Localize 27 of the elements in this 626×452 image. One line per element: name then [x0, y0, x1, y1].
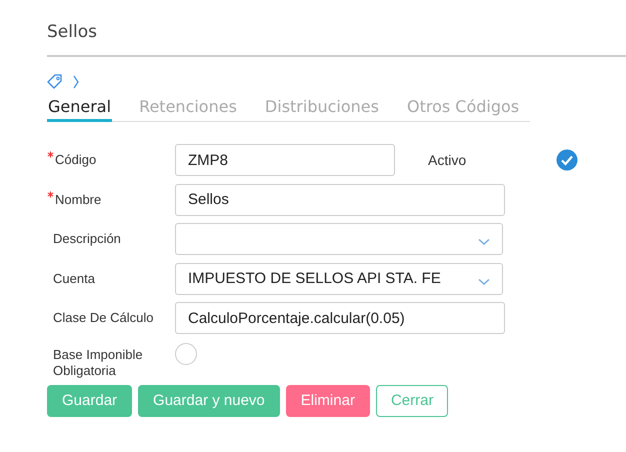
- field-label: Clase De Cálculo: [53, 310, 154, 326]
- tab[interactable]: Distribuciones: [264, 97, 380, 122]
- chevron-down-icon[interactable]: [478, 278, 490, 286]
- save-button[interactable]: Guardar: [47, 384, 132, 416]
- tab[interactable]: Otros Códigos: [406, 97, 520, 122]
- field-label: Código: [55, 152, 96, 168]
- field-label: Descripción: [53, 231, 121, 247]
- page-title: Sellos: [47, 0, 626, 57]
- field-label: Cuenta: [53, 270, 95, 286]
- input-field[interactable]: ZMP8: [175, 144, 395, 176]
- chevron-right-icon[interactable]: [73, 75, 79, 89]
- checked-circle[interactable]: [556, 149, 578, 171]
- input-field[interactable]: Sellos: [175, 184, 505, 216]
- field-label: Base Imponible Obligatoria: [53, 346, 144, 378]
- tag-icon[interactable]: [47, 74, 63, 90]
- delete-button[interactable]: Eliminar: [286, 384, 370, 416]
- input-field[interactable]: CalculoPorcentaje.calcular(0.05): [175, 302, 505, 334]
- select-field[interactable]: [175, 223, 503, 255]
- tab[interactable]: Retenciones: [138, 97, 238, 122]
- unchecked-circle[interactable]: [175, 342, 197, 364]
- field-label: Activo: [428, 152, 468, 168]
- chevron-down-icon[interactable]: [478, 238, 490, 246]
- close-button[interactable]: Cerrar: [376, 384, 448, 416]
- select-field[interactable]: IMPUESTO DE SELLOS API STA. FE: [175, 262, 503, 294]
- save-and-new-button[interactable]: Guardar y nuevo: [138, 384, 280, 416]
- tab[interactable]: General: [47, 97, 112, 122]
- field-label: Nombre: [55, 192, 102, 208]
